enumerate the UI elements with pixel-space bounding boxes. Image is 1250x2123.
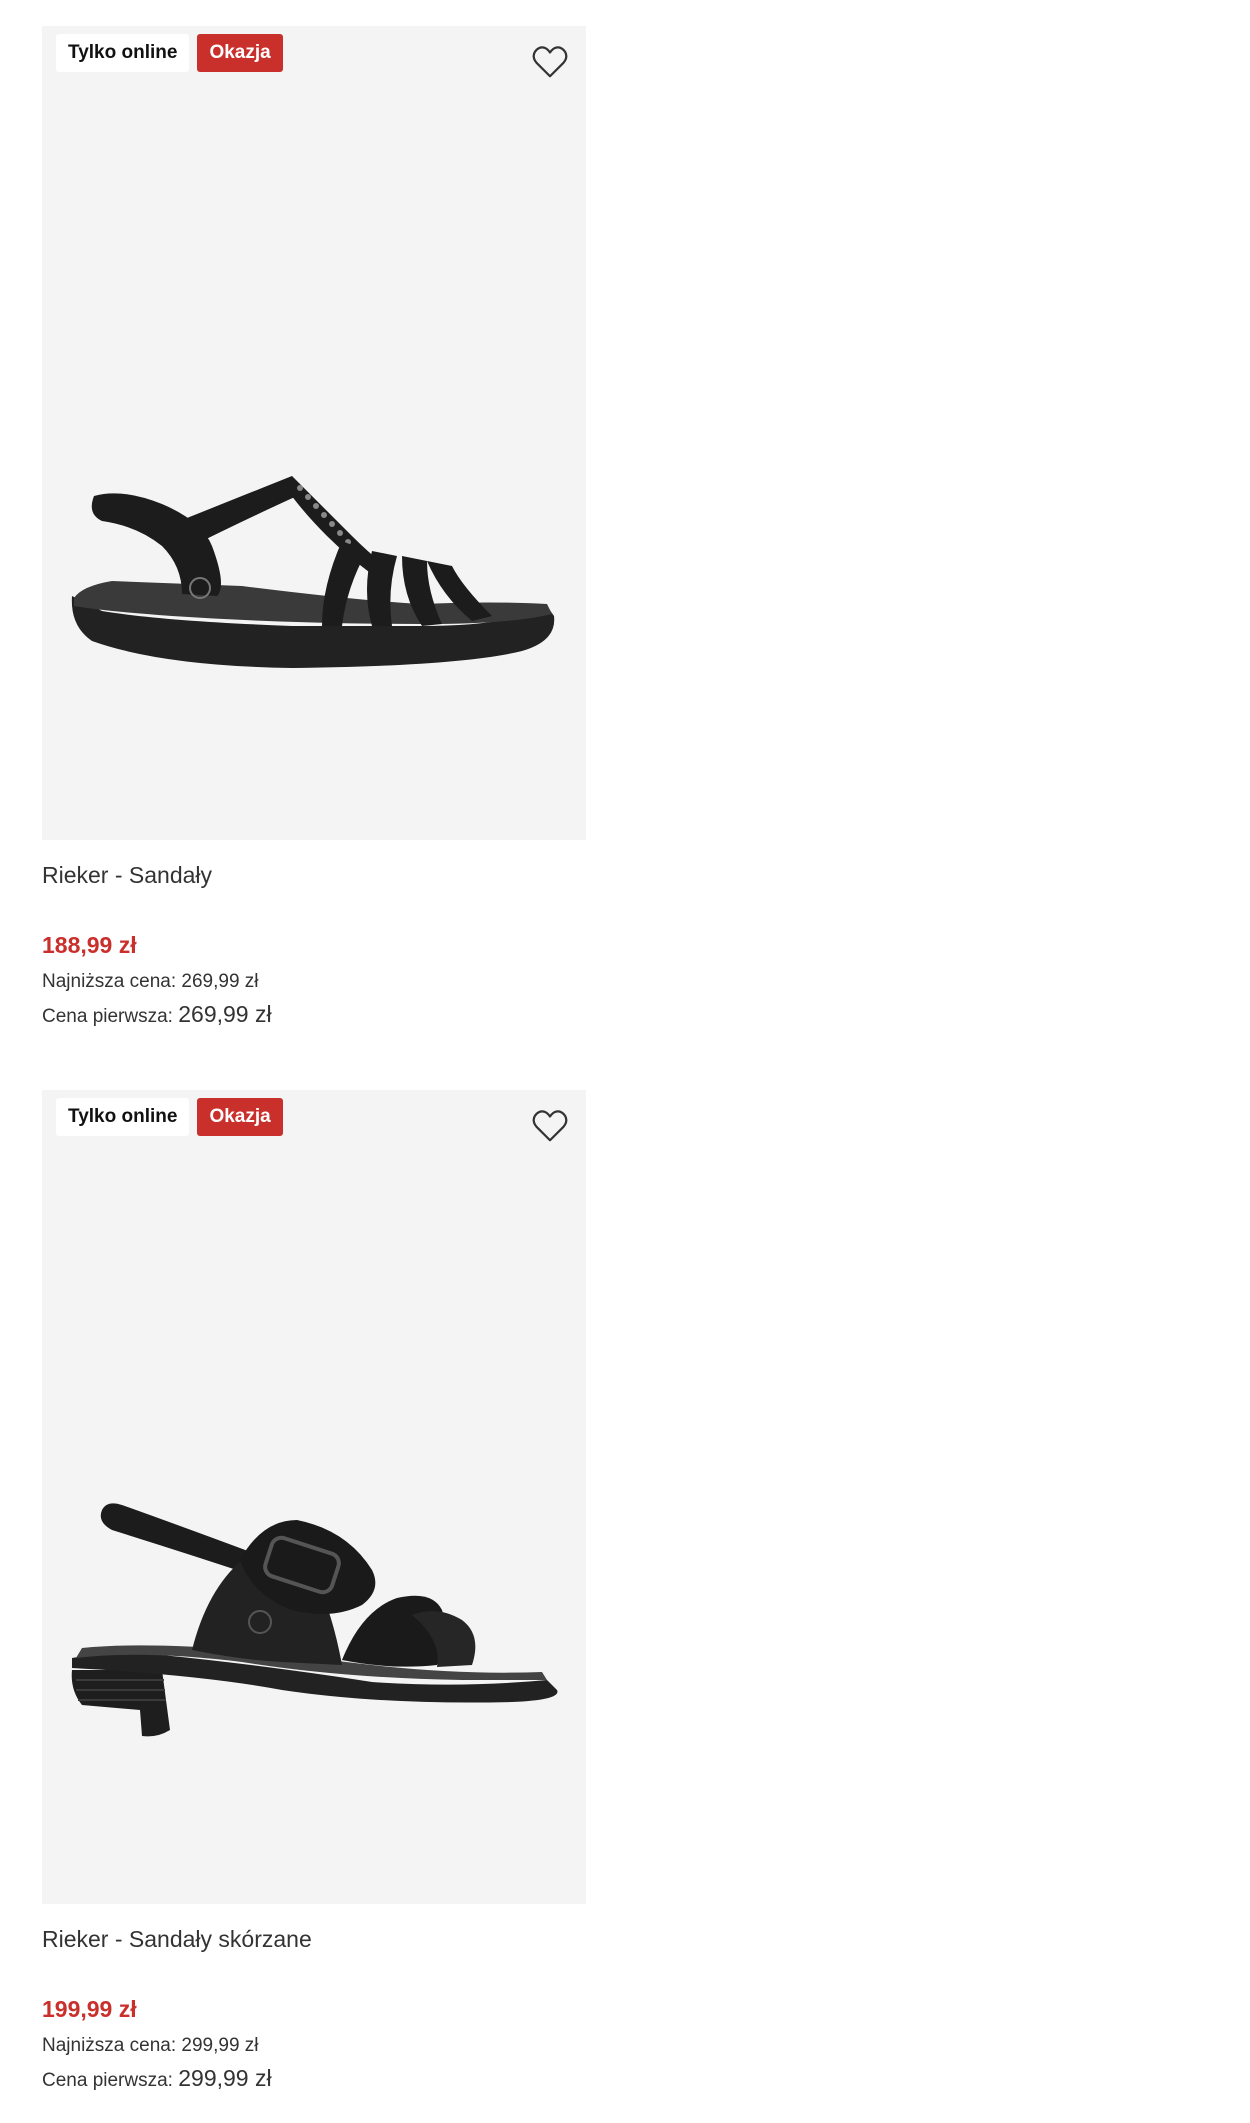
heart-outline-icon (532, 46, 568, 78)
original-price-label: Cena pierwsza: (42, 1006, 173, 1027)
online-only-badge: Tylko online (56, 34, 190, 72)
original-price-value: 299,99 zł (178, 2065, 272, 2091)
product-image-container[interactable]: Tylko online Okazja (42, 26, 586, 840)
product-card[interactable]: Tylko online Okazja Rieker - Sandały 188… (42, 26, 586, 1031)
product-title[interactable]: Rieker - Sandały (42, 860, 586, 890)
favorite-button[interactable] (528, 1104, 572, 1148)
product-card[interactable]: Tylko online Okazja Rieker - Sandały skó… (42, 1090, 586, 2095)
heart-outline-icon (532, 1110, 568, 1142)
lowest-price-label: Najniższa cena: (42, 2035, 177, 2056)
lowest-price-value: 269,99 zł (181, 971, 259, 992)
product-image-container[interactable]: Tylko online Okazja (42, 1090, 586, 1904)
product-image[interactable] (42, 26, 586, 840)
deal-badge: Okazja (197, 1098, 283, 1136)
badge-group: Tylko online Okazja (56, 1098, 283, 1136)
lowest-price-row: Najniższa cena: 299,99 zł (42, 2034, 586, 2058)
product-price: 188,99 zł (42, 932, 137, 958)
online-only-badge: Tylko online (56, 1098, 190, 1136)
product-title[interactable]: Rieker - Sandały skórzane (42, 1924, 586, 1954)
original-price-row: Cena pierwsza: 299,99 zł (42, 2064, 586, 2095)
favorite-button[interactable] (528, 40, 572, 84)
badge-group: Tylko online Okazja (56, 34, 283, 72)
lowest-price-value: 299,99 zł (181, 2035, 259, 2056)
deal-badge: Okazja (197, 34, 283, 72)
product-image[interactable] (42, 1090, 586, 1904)
product-price: 199,99 zł (42, 1996, 137, 2022)
lowest-price-label: Najniższa cena: (42, 971, 177, 992)
lowest-price-row: Najniższa cena: 269,99 zł (42, 970, 586, 994)
original-price-value: 269,99 zł (178, 1001, 272, 1027)
original-price-label: Cena pierwsza: (42, 2070, 173, 2091)
original-price-row: Cena pierwsza: 269,99 zł (42, 1000, 586, 1031)
